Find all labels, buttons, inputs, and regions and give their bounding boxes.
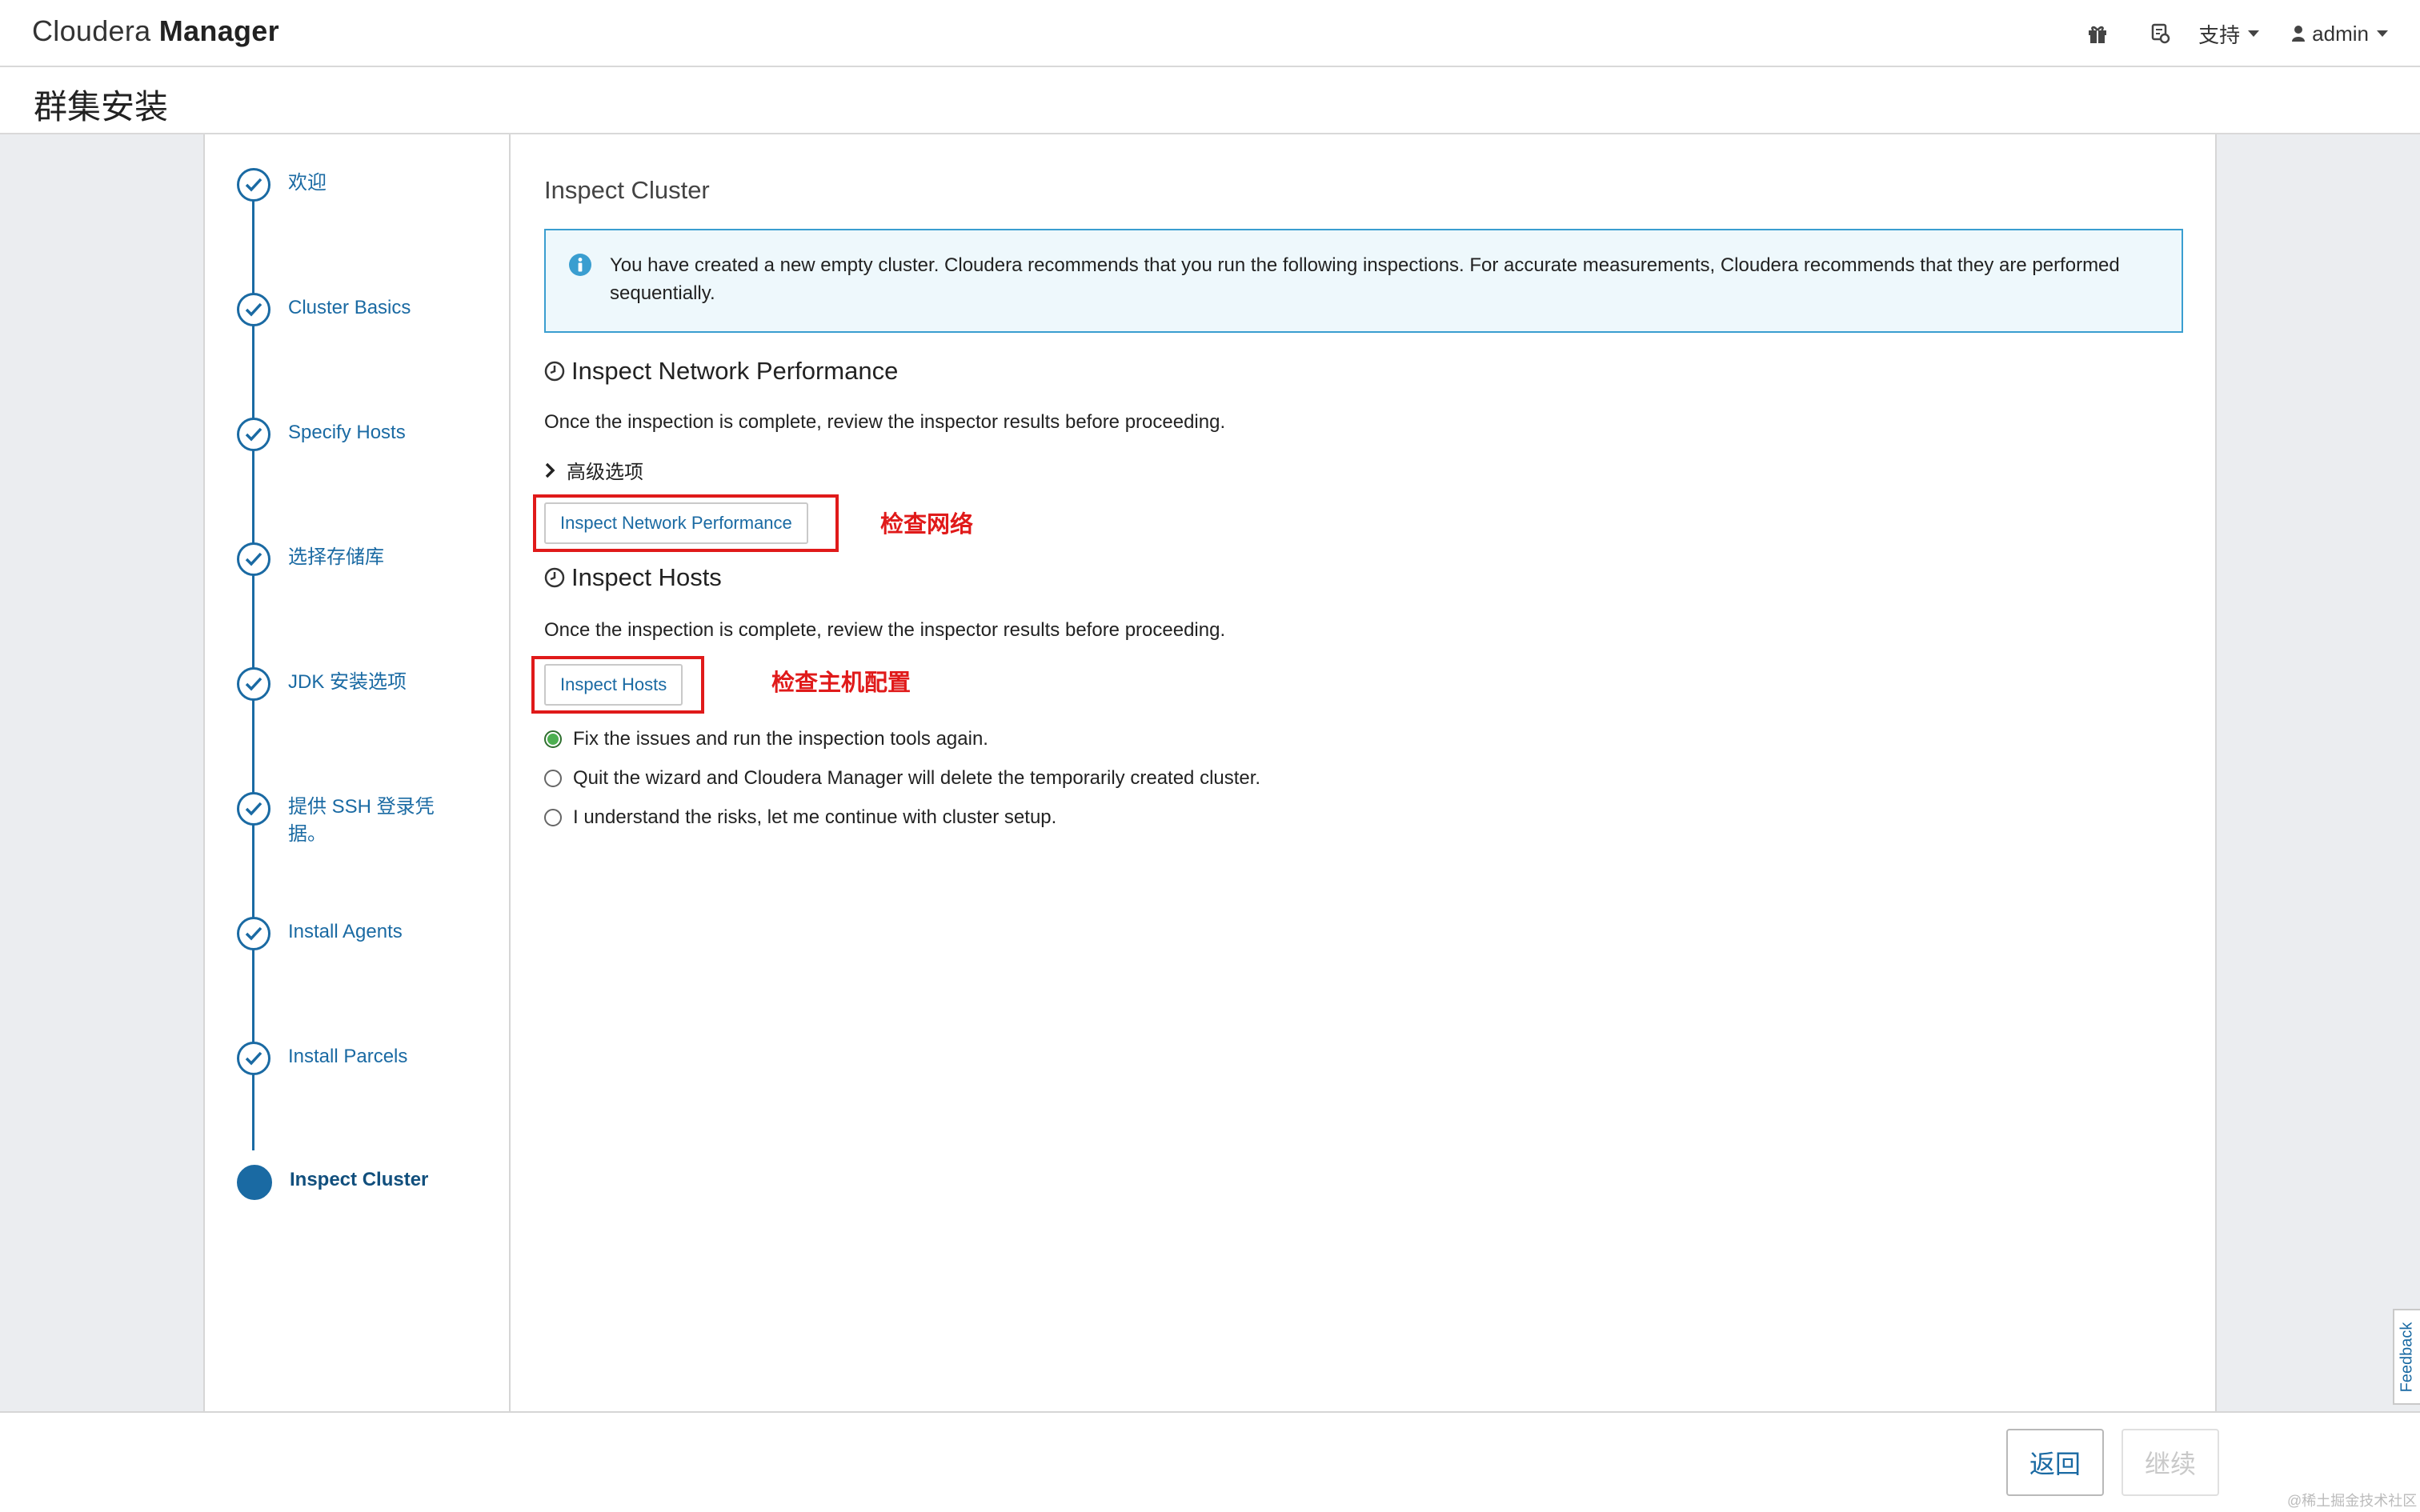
brand-name-bold: Manager <box>158 14 279 47</box>
info-alert: You have created a new empty cluster. Cl… <box>544 229 2183 333</box>
check-icon <box>237 1042 270 1075</box>
network-description: Once the inspection is complete, review … <box>544 411 1226 433</box>
step-welcome[interactable]: 欢迎 <box>237 168 448 202</box>
info-icon <box>568 253 592 281</box>
radio-button[interactable] <box>544 770 562 787</box>
radio-button[interactable] <box>544 730 562 748</box>
annotation-network: 检查网络 <box>880 512 974 538</box>
advanced-options-toggle[interactable]: 高级选项 <box>544 456 643 484</box>
section-heading: Inspect Cluster <box>544 176 710 204</box>
continue-button[interactable]: 继续 <box>2122 1429 2219 1496</box>
step-cluster-basics[interactable]: Cluster Basics <box>237 293 448 326</box>
step-label: Cluster Basics <box>288 297 411 318</box>
step-label: 选择存储库 <box>288 546 384 568</box>
step-label: Install Parcels <box>288 1046 408 1067</box>
step-jdk-options[interactable]: JDK 安装选项 <box>237 667 448 701</box>
step-label: Install Agents <box>288 921 403 942</box>
user-icon <box>2292 26 2306 42</box>
annotation-hosts: 检查主机配置 <box>771 670 912 696</box>
step-select-repository[interactable]: 选择存储库 <box>237 542 448 576</box>
top-navbar: Cloudera Manager 支持 admin <box>0 0 2420 67</box>
cluster-alert-icon[interactable] <box>2136 10 2184 58</box>
back-button[interactable]: 返回 <box>2006 1429 2104 1496</box>
option-fix-issues[interactable]: Fix the issues and run the inspection to… <box>544 728 988 750</box>
advanced-options-label: 高级选项 <box>567 462 643 483</box>
step-install-parcels[interactable]: Install Parcels <box>237 1042 448 1075</box>
check-icon <box>237 168 270 202</box>
step-label: Inspect Cluster <box>290 1169 429 1190</box>
network-section-title: Inspect Network Performance <box>544 357 898 386</box>
page-title: 群集安装 <box>34 88 169 126</box>
chevron-right-icon <box>545 462 555 478</box>
support-menu[interactable]: 支持 <box>2198 19 2260 49</box>
step-label: Specify Hosts <box>288 422 406 443</box>
step-install-agents[interactable]: Install Agents <box>237 917 448 950</box>
check-icon <box>237 293 270 326</box>
step-ssh-credentials[interactable]: 提供 SSH 登录凭据。 <box>237 792 448 848</box>
check-icon <box>237 792 270 826</box>
step-specify-hosts[interactable]: Specify Hosts <box>237 418 448 451</box>
network-title-text: Inspect Network Performance <box>571 357 899 385</box>
wizard-steps-sidebar: 欢迎 Cluster Basics Specify Hosts 选择存储库 JD… <box>203 134 511 1411</box>
step-inspect-cluster[interactable]: Inspect Cluster <box>237 1165 450 1200</box>
option-continue-setup[interactable]: I understand the risks, let me continue … <box>544 806 1056 829</box>
check-icon <box>237 418 270 451</box>
step-label: 提供 SSH 登录凭据。 <box>288 796 435 845</box>
check-icon <box>237 917 270 950</box>
hosts-description: Once the inspection is complete, review … <box>544 619 1226 641</box>
chevron-down-icon <box>2248 30 2260 37</box>
brand-logo[interactable]: Cloudera Manager <box>32 14 279 48</box>
hosts-title-text: Inspect Hosts <box>571 563 722 591</box>
option-label: I understand the risks, let me continue … <box>573 806 1057 828</box>
watermark: @稀土掘金技术社区 <box>2287 1493 2418 1509</box>
check-icon <box>237 542 270 576</box>
inspect-hosts-button[interactable]: Inspect Hosts <box>544 664 683 706</box>
support-menu-label: 支持 <box>2198 22 2241 47</box>
user-menu[interactable]: admin <box>2291 22 2388 46</box>
feedback-label: Feedback <box>2398 1322 2416 1392</box>
inspect-network-button[interactable]: Inspect Network Performance <box>544 502 808 544</box>
clock-icon <box>544 361 565 382</box>
clock-icon <box>544 567 565 588</box>
step-label: 欢迎 <box>288 172 327 194</box>
option-quit-wizard[interactable]: Quit the wizard and Cloudera Manager wil… <box>544 767 1260 790</box>
page-header: 群集安装 <box>0 69 2420 134</box>
feedback-tab[interactable]: Feedback <box>2393 1309 2420 1405</box>
step-label: JDK 安装选项 <box>288 671 407 693</box>
chevron-down-icon <box>2377 30 2388 37</box>
top-nav-right: 支持 admin <box>2073 0 2420 67</box>
brand-name-light: Cloudera <box>32 14 159 47</box>
info-alert-text: You have created a new empty cluster. Cl… <box>610 254 2120 304</box>
current-step-icon <box>237 1165 272 1200</box>
hosts-section-title: Inspect Hosts <box>544 563 722 592</box>
main-panel: Inspect Cluster You have created a new e… <box>511 134 2217 1411</box>
option-label: Fix the issues and run the inspection to… <box>573 728 988 750</box>
option-label: Quit the wizard and Cloudera Manager wil… <box>573 767 1261 789</box>
check-icon <box>237 667 270 701</box>
radio-button[interactable] <box>544 809 562 826</box>
user-menu-label: admin <box>2312 21 2369 46</box>
gift-icon[interactable] <box>2073 10 2122 58</box>
